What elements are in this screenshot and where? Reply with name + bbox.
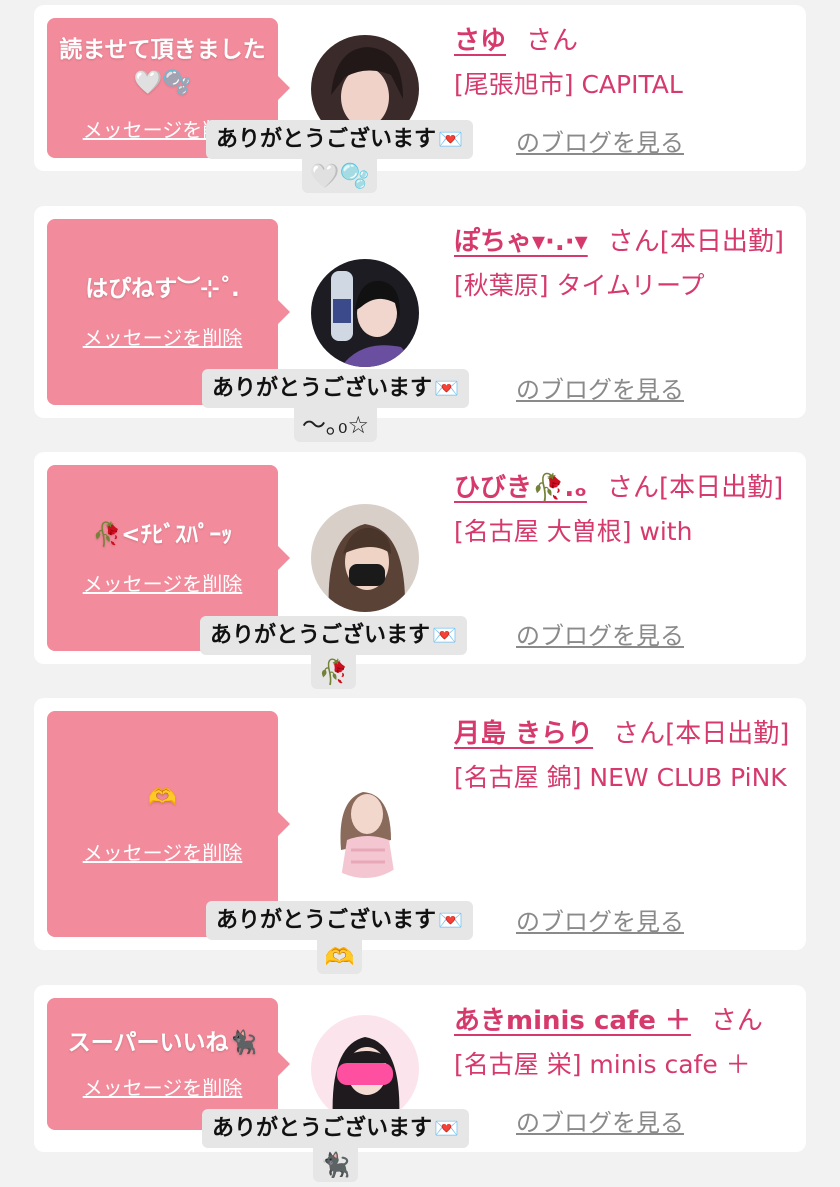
message-text: はぴねす︶⊹˚. (85, 276, 240, 302)
shop-info: [名古屋 栄] minis cafe ＋ (454, 1050, 751, 1079)
reaction-text: ありがとうございます (212, 376, 433, 401)
delete-message-link[interactable]: メッセージを削除 (83, 1072, 243, 1101)
reaction-stamp: ありがとうございます 💌 🫶 (206, 901, 473, 974)
message-card: 🫶 メッセージを削除 月島 きらり さん[本日出勤] [名古屋 錦] NEW CL… (34, 698, 806, 974)
avatar[interactable] (311, 770, 419, 878)
reaction-emoji: 🤍🫧 (301, 159, 378, 193)
shop-info: [名古屋 錦] NEW CLUB PiNK (454, 763, 787, 792)
love-letter-icon: 💌 (438, 127, 463, 151)
profile-name-link[interactable]: さゆ (454, 26, 506, 56)
love-letter-icon: 💌 (434, 376, 459, 400)
shop-info: [秋葉原] タイムリープ (454, 271, 705, 300)
view-blog-link[interactable]: のブログを見る (516, 123, 684, 158)
message-card: 🥀<ﾁﾋﾞｽﾊﾟｰｯ メッセージを削除 ひびき🥀.ₒ さん[本日出勤] [名古屋 … (34, 452, 806, 689)
honorific: さん (710, 1006, 763, 1036)
message-card: スーパーいいね🐈‍⬛ メッセージを削除 あきminis cafe ＋ さん [名古… (34, 985, 806, 1182)
delete-message-link[interactable]: メッセージを削除 (83, 837, 243, 866)
honorific: さん[本日出勤] (607, 227, 785, 257)
reaction-stamp: ありがとうございます 💌 🥀 (200, 616, 467, 689)
reaction-emoji: 🐈‍⬛ (312, 1148, 359, 1182)
love-letter-icon: 💌 (432, 623, 457, 647)
honorific: さん[本日出勤] (613, 719, 790, 749)
reaction-stamp: ありがとうございます 💌 🐈‍⬛ (202, 1109, 469, 1182)
love-letter-icon: 💌 (434, 1116, 459, 1140)
avatar[interactable] (311, 1015, 419, 1123)
message-text: スーパーいいね🐈‍⬛ (67, 1030, 258, 1056)
love-letter-icon: 💌 (438, 908, 463, 932)
shop-info: [名古屋 大曽根] with (454, 517, 693, 546)
delete-message-link[interactable]: メッセージを削除 (83, 322, 243, 351)
reaction-stamp: ありがとうございます 💌 〜｡₀☆ (202, 369, 469, 442)
reaction-emoji: 🫶 (316, 940, 363, 974)
honorific: さん[本日出勤] (606, 473, 784, 503)
delete-message-link[interactable]: メッセージを削除 (83, 568, 243, 597)
view-blog-link[interactable]: のブログを見る (516, 370, 684, 405)
profile-info: 月島 きらり さん[本日出勤] [名古屋 錦] NEW CLUB PiNK (454, 712, 794, 800)
profile-name-link[interactable]: あきminis cafe ＋ (454, 1006, 691, 1036)
reaction-text: ありがとうございます (210, 623, 431, 648)
profile-info: ぽちゃ▾·.·▾ さん[本日出勤] [秋葉原] タイムリープ (454, 220, 794, 308)
view-blog-link[interactable]: のブログを見る (516, 1103, 684, 1138)
avatar[interactable] (311, 259, 419, 367)
message-card: はぴねす︶⊹˚. メッセージを削除 ぽちゃ▾·.·▾ さん[本日出勤] [秋葉原]… (34, 206, 806, 442)
profile-name-link[interactable]: ひびき🥀.ₒ (454, 473, 587, 503)
reaction-text: ありがとうございます (216, 908, 437, 933)
profile-info: あきminis cafe ＋ さん [名古屋 栄] minis cafe ＋ (454, 999, 794, 1087)
reaction-text: ありがとうございます (216, 127, 437, 152)
profile-info: さゆ さん [尾張旭市] CAPITAL (454, 19, 794, 107)
shop-info: [尾張旭市] CAPITAL (454, 70, 683, 99)
message-text: 🫶 (148, 785, 177, 811)
message-text: 🥀<ﾁﾋﾞｽﾊﾟｰｯ (92, 522, 233, 548)
reaction-emoji: 〜｡₀☆ (293, 408, 378, 442)
view-blog-link[interactable]: のブログを見る (516, 902, 684, 937)
profile-name-link[interactable]: ぽちゃ▾·.·▾ (454, 227, 588, 257)
avatar[interactable] (311, 504, 419, 612)
reaction-emoji: 🥀 (310, 655, 357, 689)
view-blog-link[interactable]: のブログを見る (516, 616, 684, 651)
reaction-text: ありがとうございます (212, 1116, 433, 1141)
message-card: 読ませて頂きました🤍🫧 メッセージを削除 さゆ さん [尾張旭市] CAPITAL… (34, 5, 806, 193)
honorific: さん (526, 26, 579, 56)
message-text: 読ませて頂きました🤍🫧 (59, 36, 266, 96)
reaction-stamp: ありがとうございます 💌 🤍🫧 (206, 120, 473, 193)
profile-info: ひびき🥀.ₒ さん[本日出勤] [名古屋 大曽根] with (454, 466, 794, 554)
profile-name-link[interactable]: 月島 きらり (454, 719, 593, 749)
